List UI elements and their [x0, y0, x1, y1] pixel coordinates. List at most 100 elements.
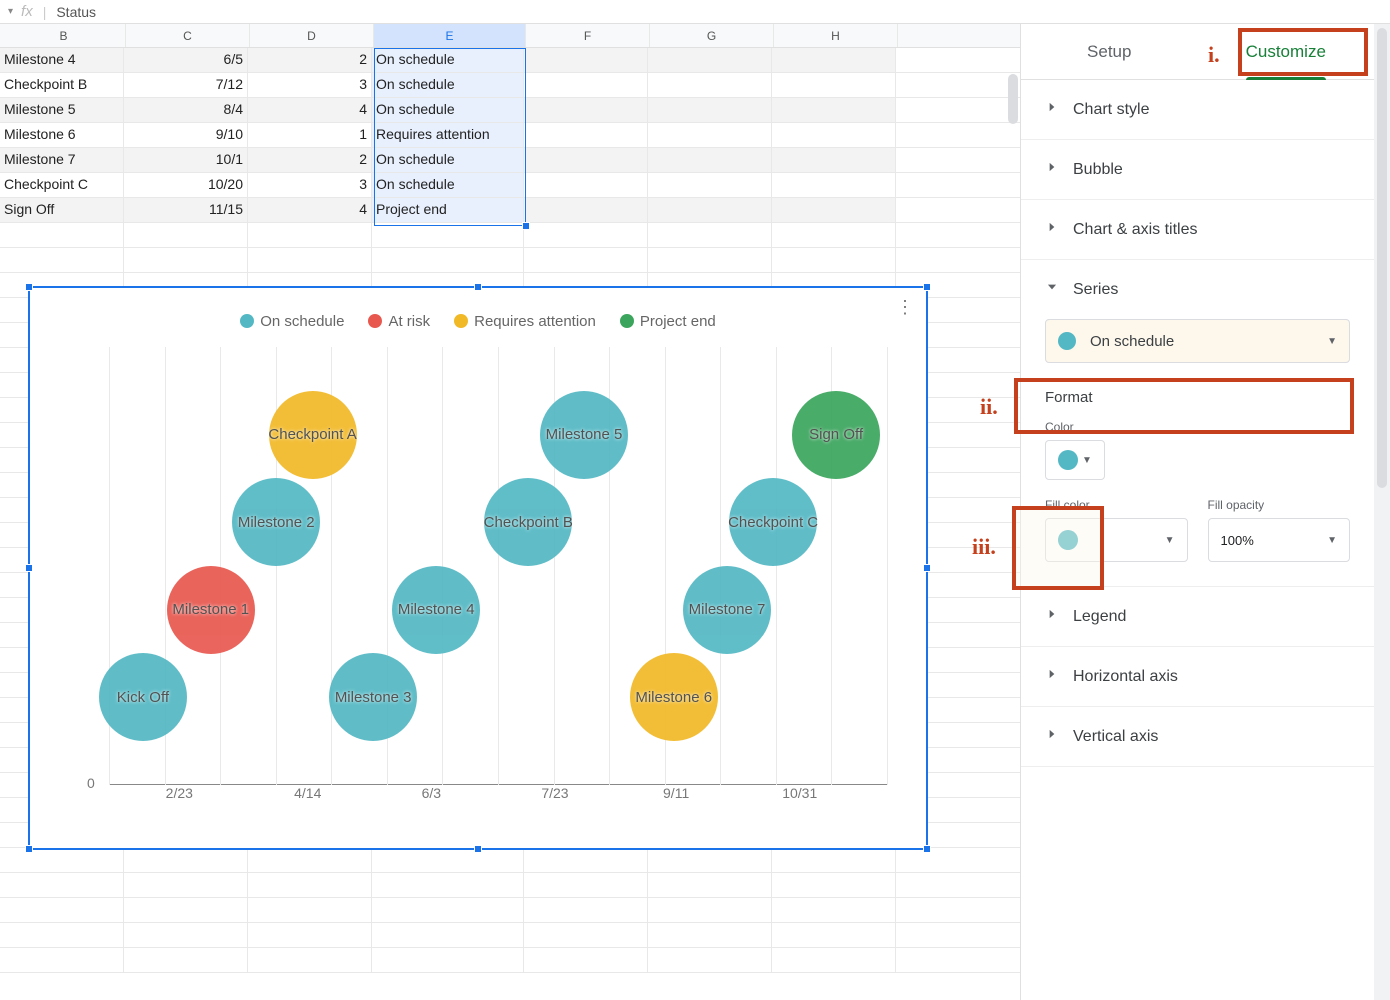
x-tick: 9/11 — [663, 785, 689, 801]
fill-color-label: Fill color — [1045, 498, 1188, 512]
col-header-f[interactable]: F — [526, 24, 650, 47]
cell[interactable]: 3 — [248, 173, 372, 197]
tab-setup[interactable]: Setup — [1021, 24, 1198, 79]
table-row[interactable]: Milestone 69/101Requires attention — [0, 123, 1020, 148]
fill-opacity-select[interactable]: 100% ▼ — [1208, 518, 1351, 562]
cell[interactable] — [524, 48, 648, 72]
bubble: Checkpoint A — [269, 391, 357, 479]
color-button[interactable]: ▼ — [1045, 440, 1105, 480]
cell[interactable]: Milestone 6 — [0, 123, 124, 147]
section-chart-style[interactable]: Chart style — [1021, 80, 1374, 140]
cell[interactable] — [648, 73, 772, 97]
cell[interactable] — [648, 98, 772, 122]
cell[interactable]: 11/15 — [124, 198, 248, 222]
table-row[interactable]: Checkpoint B7/123On schedule — [0, 73, 1020, 98]
cell[interactable]: Milestone 5 — [0, 98, 124, 122]
editor-tabs: Setup Customize — [1021, 24, 1374, 80]
name-box-dropdown-icon[interactable]: ▾ — [8, 6, 13, 17]
cell[interactable] — [772, 48, 896, 72]
cell[interactable] — [772, 98, 896, 122]
cell[interactable]: Checkpoint B — [0, 73, 124, 97]
cell[interactable] — [772, 148, 896, 172]
series-select[interactable]: On schedule ▼ — [1045, 319, 1350, 363]
cell[interactable]: 4 — [248, 98, 372, 122]
panel-scrollbar[interactable] — [1374, 24, 1390, 1000]
fill-color-swatch — [1058, 530, 1078, 550]
cell[interactable]: On schedule — [372, 48, 524, 72]
cell[interactable] — [648, 148, 772, 172]
cell[interactable]: 10/20 — [124, 173, 248, 197]
cell[interactable]: 3 — [248, 73, 372, 97]
col-header-d[interactable]: D — [250, 24, 374, 47]
cell[interactable]: 2 — [248, 148, 372, 172]
table-row[interactable]: Milestone 58/44On schedule — [0, 98, 1020, 123]
col-header-g[interactable]: G — [650, 24, 774, 47]
cell[interactable]: On schedule — [372, 148, 524, 172]
cell[interactable] — [648, 198, 772, 222]
cell[interactable] — [772, 173, 896, 197]
bubble: Checkpoint B — [484, 478, 572, 566]
dropdown-icon: ▼ — [1327, 535, 1337, 546]
section-chart-axis-titles[interactable]: Chart & axis titles — [1021, 200, 1374, 260]
chevron-right-icon — [1045, 160, 1073, 179]
selection-handle[interactable] — [522, 222, 530, 230]
table-row[interactable]: Milestone 46/52On schedule — [0, 48, 1020, 73]
section-series[interactable]: Series — [1021, 260, 1374, 319]
cell[interactable]: Project end — [372, 198, 524, 222]
cell[interactable]: 6/5 — [124, 48, 248, 72]
spreadsheet-area[interactable]: B C D E F G H Milestone 46/52On schedule… — [0, 24, 1020, 1000]
cell[interactable] — [648, 173, 772, 197]
cell[interactable]: Milestone 4 — [0, 48, 124, 72]
cell[interactable]: 4 — [248, 198, 372, 222]
cell[interactable] — [524, 173, 648, 197]
x-tick: 4/14 — [294, 785, 321, 801]
cell[interactable]: On schedule — [372, 73, 524, 97]
cell[interactable] — [524, 148, 648, 172]
cell[interactable] — [772, 123, 896, 147]
table-row[interactable]: Checkpoint C10/203On schedule — [0, 173, 1020, 198]
fill-opacity-value: 100% — [1221, 533, 1254, 548]
cell[interactable] — [524, 98, 648, 122]
section-bubble[interactable]: Bubble — [1021, 140, 1374, 200]
cell[interactable] — [648, 48, 772, 72]
cell[interactable] — [524, 123, 648, 147]
cell[interactable]: 1 — [248, 123, 372, 147]
tab-customize[interactable]: Customize — [1198, 24, 1375, 79]
cell[interactable]: 7/12 — [124, 73, 248, 97]
section-horizontal-axis[interactable]: Horizontal axis — [1021, 647, 1374, 707]
cell[interactable]: 2 — [248, 48, 372, 72]
cell[interactable]: On schedule — [372, 98, 524, 122]
color-swatch — [1058, 450, 1078, 470]
table-row[interactable]: Milestone 710/12On schedule — [0, 148, 1020, 173]
cell[interactable]: Checkpoint C — [0, 173, 124, 197]
col-header-e[interactable]: E — [374, 24, 526, 47]
col-header-b[interactable]: B — [2, 24, 126, 47]
cell[interactable]: Sign Off — [0, 198, 124, 222]
cell[interactable] — [648, 123, 772, 147]
fill-opacity-label: Fill opacity — [1208, 498, 1351, 512]
cell[interactable]: On schedule — [372, 173, 524, 197]
col-header-c[interactable]: C — [126, 24, 250, 47]
color-field: Color ▼ — [1045, 420, 1105, 480]
chart-object[interactable]: ⋮ On scheduleAt riskRequires attentionPr… — [28, 286, 928, 850]
section-legend[interactable]: Legend — [1021, 587, 1374, 647]
cell[interactable] — [772, 73, 896, 97]
cell[interactable] — [524, 73, 648, 97]
cell[interactable]: 9/10 — [124, 123, 248, 147]
format-heading: Format — [1045, 389, 1350, 406]
vertical-scrollbar[interactable] — [1008, 74, 1018, 124]
series-body: On schedule ▼ Format Color ▼ Fill color — [1021, 319, 1374, 587]
cell[interactable]: Requires attention — [372, 123, 524, 147]
formula-bar-value[interactable]: Status — [56, 4, 96, 20]
table-row[interactable]: Sign Off11/154Project end — [0, 198, 1020, 223]
cell[interactable]: 10/1 — [124, 148, 248, 172]
cell[interactable]: Milestone 7 — [0, 148, 124, 172]
col-header-h[interactable]: H — [774, 24, 898, 47]
legend-item: Project end — [620, 313, 716, 330]
cell[interactable]: 8/4 — [124, 98, 248, 122]
fill-color-button[interactable]: ▼ — [1045, 518, 1188, 562]
cell[interactable] — [772, 198, 896, 222]
section-vertical-axis[interactable]: Vertical axis — [1021, 707, 1374, 767]
series-select-value: On schedule — [1090, 333, 1327, 350]
cell[interactable] — [524, 198, 648, 222]
